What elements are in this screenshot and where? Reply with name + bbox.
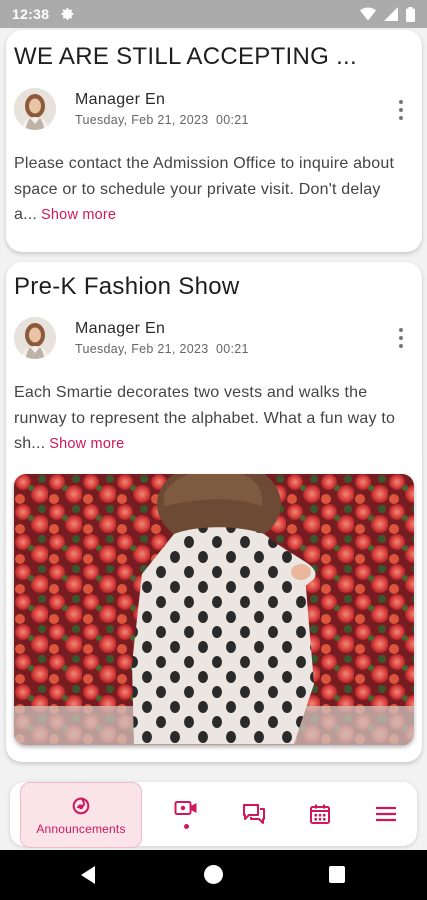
nav-announcements[interactable]: Announcements xyxy=(20,782,142,848)
announcement-card[interactable]: WE ARE STILL ACCEPTING ... Manager En Tu… xyxy=(6,30,422,252)
author-name: Manager En xyxy=(75,320,166,337)
author-avatar xyxy=(14,88,56,130)
system-nav-bar xyxy=(0,850,427,900)
settings-icon xyxy=(61,8,74,20)
post-timestamp: Tuesday, Feb 21, 2023 00:21 xyxy=(75,113,249,127)
bottom-nav: Announcements xyxy=(10,782,417,848)
menu-icon xyxy=(376,806,396,822)
post-title: WE ARE STILL ACCEPTING ... xyxy=(14,43,357,70)
more-options-icon[interactable] xyxy=(398,100,404,120)
post-date: Tuesday, Feb 21, 2023 xyxy=(75,342,209,356)
post-body: Each Smartie decorates two vests and wal… xyxy=(14,380,414,458)
wifi-icon xyxy=(360,7,376,21)
status-bar: 12:38 xyxy=(0,0,427,28)
post-date: Tuesday, Feb 21, 2023 xyxy=(75,113,209,127)
post-time: 00:21 xyxy=(216,113,249,127)
show-more-link[interactable]: Show more xyxy=(49,436,124,452)
nav-calendar[interactable] xyxy=(294,782,346,846)
post-timestamp: Tuesday, Feb 21, 2023 00:21 xyxy=(75,342,249,356)
back-icon[interactable] xyxy=(81,866,95,884)
author-name: Manager En xyxy=(75,91,166,108)
post-body: Please contact the Admission Office to i… xyxy=(14,151,414,229)
nav-announcements-label: Announcements xyxy=(36,822,126,836)
recent-apps-icon[interactable] xyxy=(329,866,345,883)
nav-videos[interactable] xyxy=(160,782,212,846)
post-title: Pre-K Fashion Show xyxy=(14,273,240,300)
video-notification-dot xyxy=(183,824,189,829)
more-options-icon[interactable] xyxy=(398,328,404,348)
calendar-icon xyxy=(310,804,330,824)
post-author: Manager En Tuesday, Feb 21, 2023 00:21 xyxy=(14,317,249,359)
nav-menu[interactable] xyxy=(360,782,412,846)
video-icon xyxy=(174,801,197,815)
announcement-card[interactable]: Pre-K Fashion Show Manager En Tuesday, F… xyxy=(6,262,422,762)
home-icon[interactable] xyxy=(204,865,223,884)
show-more-link[interactable]: Show more xyxy=(41,207,116,223)
post-author: Manager En Tuesday, Feb 21, 2023 00:21 xyxy=(14,88,249,130)
announcements-feed[interactable]: WE ARE STILL ACCEPTING ... Manager En Tu… xyxy=(0,28,427,780)
announcements-icon xyxy=(72,797,90,815)
post-time: 00:21 xyxy=(216,342,249,356)
status-time: 12:38 xyxy=(12,6,50,22)
chat-icon xyxy=(243,804,265,824)
nav-chat[interactable] xyxy=(228,782,280,846)
bottom-nav-container: Announcements xyxy=(0,780,427,850)
post-photo[interactable] xyxy=(14,474,414,745)
battery-icon xyxy=(406,6,415,22)
author-avatar xyxy=(14,317,56,359)
signal-icon xyxy=(384,7,398,21)
